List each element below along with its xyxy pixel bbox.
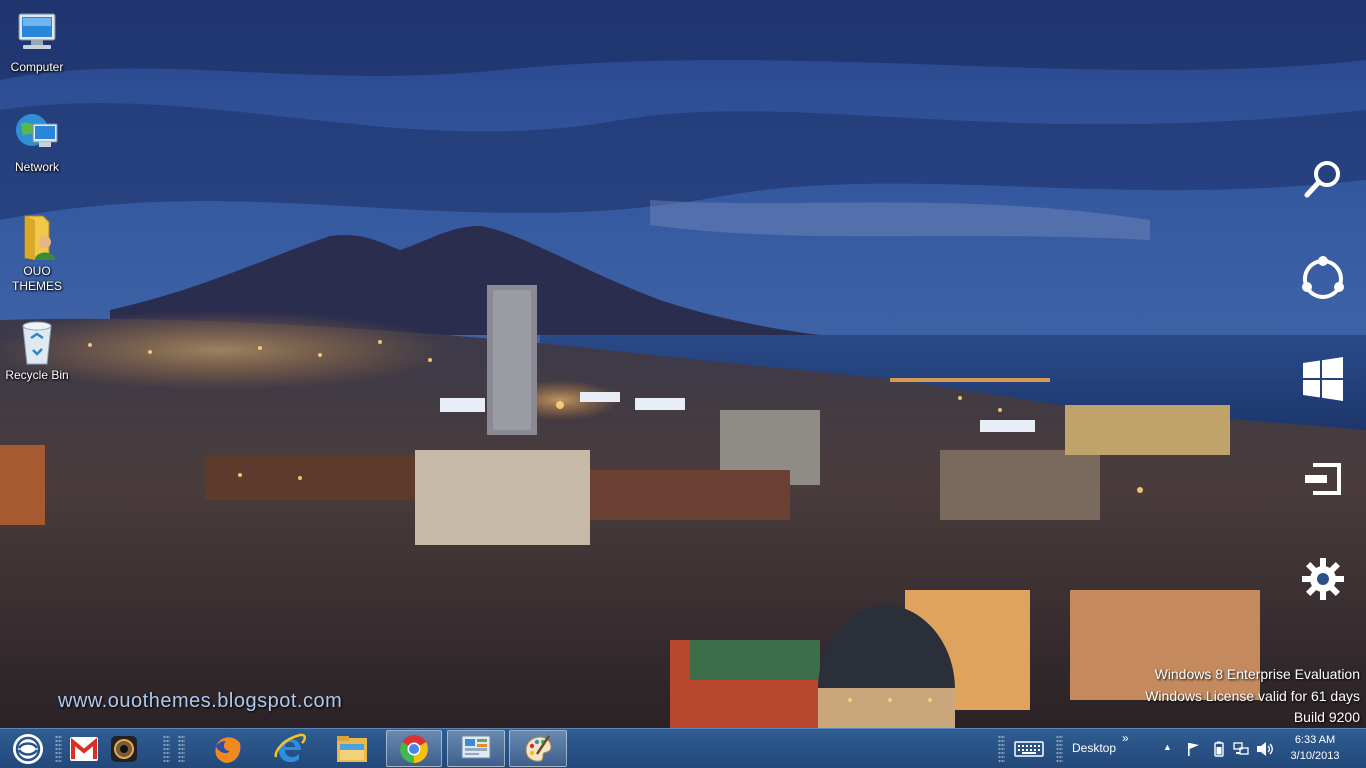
taskbar-clock[interactable]: 6:33 AM 3/10/2013 [1282,732,1348,764]
gmail-icon [70,736,98,761]
toolbar-grip[interactable] [163,735,170,763]
desktop-icon-label: Recycle Bin [5,368,69,382]
toolbar-chevron[interactable]: » [1122,731,1129,745]
start-orb-icon [13,733,43,764]
flag-icon [1188,742,1199,756]
watermark-edition: Windows 8 Enterprise Evaluation [1154,666,1360,682]
toolbar-grip[interactable] [998,735,1005,763]
paint-icon [525,734,552,762]
camera-icon [111,735,137,762]
network-tray-icon [1233,741,1249,755]
settings-icon [1302,558,1344,600]
firefox-icon [214,734,242,763]
taskbar-chrome[interactable] [386,730,442,767]
clock-time: 6:33 AM [1294,734,1336,746]
desktop-icon-computer[interactable]: Computer [4,10,70,75]
taskbar: Desktop » ▲ 6:33 AM 3/10/2013 [0,728,1366,768]
charm-search[interactable] [1296,152,1350,206]
recycle-bin-icon [13,318,61,366]
internet-explorer-icon [274,733,306,762]
computer-icon [13,10,61,58]
wallpaper-site-text: www.ouothemes.blogspot.com [58,690,343,712]
desktop-icon-recycle-bin[interactable]: Recycle Bin [4,318,70,383]
taskbar-paint[interactable] [509,730,567,767]
start-icon [1303,357,1343,401]
taskbar-file-explorer[interactable] [332,730,372,767]
taskbar-gmail[interactable] [66,730,102,767]
desktop-icon-network[interactable]: Network [4,110,70,175]
volume-tray[interactable] [1253,730,1277,767]
toolbar-grip[interactable] [55,735,62,763]
desktop-toolbar-label[interactable]: Desktop [1072,741,1116,755]
touch-keyboard-button[interactable] [1012,730,1046,767]
charm-devices[interactable] [1296,452,1350,506]
desktop-icon-label: Computer [10,60,64,74]
taskbar-internet-explorer[interactable] [270,730,310,767]
battery-icon [1214,741,1224,757]
naples-night-wallpaper [0,0,1366,728]
file-explorer-icon [337,735,367,762]
windows-watermark: Windows 8 Enterprise Evaluation Windows … [1145,664,1360,729]
watermark-license: Windows License valid for 61 days [1145,687,1360,704]
desktop-icon-ouo-themes[interactable]: OUO THEMES [4,214,70,294]
share-icon [1302,256,1344,299]
watermark-build: Build 9200 [1293,709,1360,725]
toolbar-grip[interactable] [178,735,185,763]
search-icon [1304,161,1340,198]
control-panel-icon [461,735,491,758]
show-hidden-icons-button[interactable]: ▲ [1163,742,1172,752]
charm-share[interactable] [1296,252,1350,306]
desktop-wallpaper [0,0,1366,728]
charm-start[interactable] [1296,352,1350,406]
taskbar-firefox[interactable] [208,730,248,767]
action-center-tray[interactable] [1182,730,1204,767]
charm-settings[interactable] [1296,552,1350,606]
toolbar-grip[interactable] [1056,735,1063,763]
power-tray[interactable] [1208,730,1230,767]
network-icon [13,110,61,158]
network-tray[interactable] [1230,730,1252,767]
volume-icon [1257,741,1273,756]
keyboard-icon [1014,740,1044,757]
desktop-icon-label: OUO THEMES [11,264,62,293]
devices-icon [1305,463,1341,495]
desktop-icon-label: Network [14,160,59,174]
taskbar-camera[interactable] [106,730,142,767]
clock-date: 3/10/2013 [1290,750,1340,762]
start-button[interactable] [6,730,50,767]
chrome-icon [400,734,428,763]
user-folder-icon [13,214,61,262]
taskbar-control-panel[interactable] [447,730,505,767]
